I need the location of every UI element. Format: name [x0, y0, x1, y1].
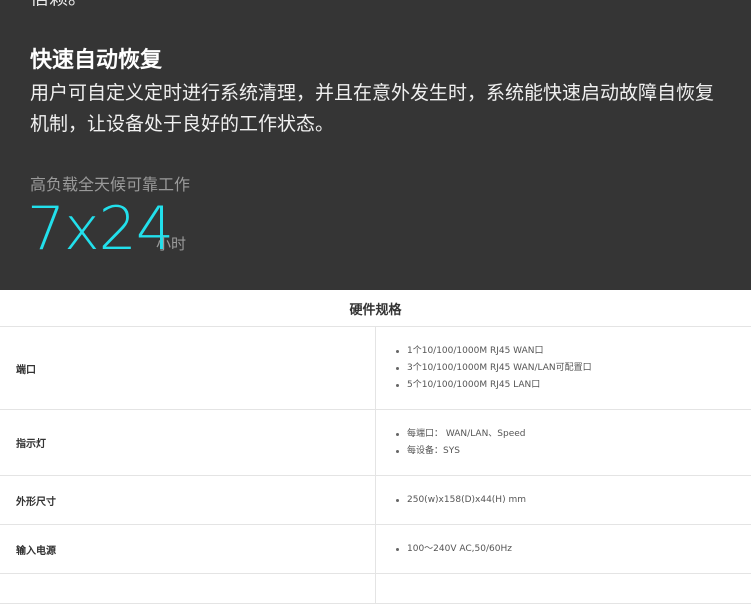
- hardware-spec-table: 硬件规格 端口 1个10/100/1000M RJ45 WAN口 3个10/10…: [0, 290, 751, 604]
- list-item: 100～240V AC,50/60Hz: [396, 541, 751, 558]
- uptime-unit: 小时: [156, 234, 186, 254]
- previous-paragraph-tail: 信赖。: [30, 0, 87, 10]
- spec-label-power: 输入电源: [0, 525, 376, 574]
- spec-row-ports: 端口 1个10/100/1000M RJ45 WAN口 3个10/100/100…: [0, 327, 751, 410]
- spec-value-indicators: 每端口： WAN/LAN、Speed 每设备：SYS: [376, 410, 751, 476]
- spec-value-ports: 1个10/100/1000M RJ45 WAN口 3个10/100/1000M …: [376, 327, 751, 410]
- list-item: 1个10/100/1000M RJ45 WAN口: [396, 343, 751, 360]
- indicators-list: 每端口： WAN/LAN、Speed 每设备：SYS: [386, 426, 751, 460]
- list-item: 每设备：SYS: [396, 443, 751, 460]
- list-item: 每端口： WAN/LAN、Speed: [396, 426, 751, 443]
- spec-row-power: 输入电源 100～240V AC,50/60Hz: [0, 525, 751, 574]
- spec-value-power: 100～240V AC,50/60Hz: [376, 525, 751, 574]
- ports-list: 1个10/100/1000M RJ45 WAN口 3个10/100/1000M …: [386, 343, 751, 394]
- power-list: 100～240V AC,50/60Hz: [386, 541, 751, 558]
- uptime-value: 7x24: [27, 194, 173, 264]
- spec-value-partial: [376, 574, 751, 604]
- list-item: 250(w)x158(D)x44(H) mm: [396, 492, 751, 509]
- dimensions-list: 250(w)x158(D)x44(H) mm: [386, 492, 751, 509]
- feature-title: 快速自动恢复: [30, 47, 162, 75]
- feature-description: 用户可自定义定时进行系统清理，并且在意外发生时，系统能快速启动故障自恢复机制，让…: [30, 78, 720, 140]
- spec-label-dimensions: 外形尺寸: [0, 476, 376, 525]
- spec-value-dimensions: 250(w)x158(D)x44(H) mm: [376, 476, 751, 525]
- spec-label-partial: [0, 574, 376, 604]
- spec-table-title: 硬件规格: [0, 290, 751, 327]
- uptime-caption: 高负载全天候可靠工作: [30, 174, 190, 196]
- spec-row-indicators: 指示灯 每端口： WAN/LAN、Speed 每设备：SYS: [0, 410, 751, 476]
- spec-label-indicators: 指示灯: [0, 410, 376, 476]
- spec-row-partial: [0, 574, 751, 604]
- spec-label-ports: 端口: [0, 327, 376, 410]
- feature-banner: 信赖。 快速自动恢复 用户可自定义定时进行系统清理，并且在意外发生时，系统能快速…: [0, 0, 751, 290]
- spec-table-header-row: 硬件规格: [0, 290, 751, 327]
- list-item: 3个10/100/1000M RJ45 WAN/LAN可配置口: [396, 360, 751, 377]
- spec-row-dimensions: 外形尺寸 250(w)x158(D)x44(H) mm: [0, 476, 751, 525]
- list-item: 5个10/100/1000M RJ45 LAN口: [396, 377, 751, 394]
